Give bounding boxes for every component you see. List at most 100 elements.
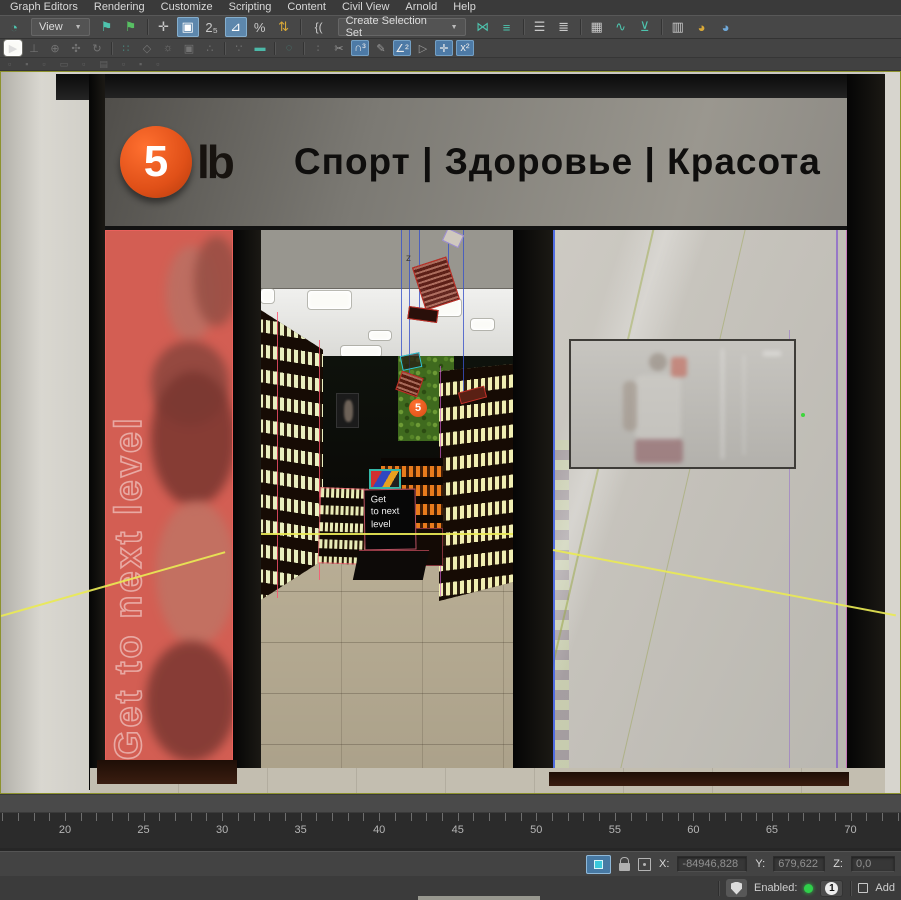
menu-bar: Graph EditorsRenderingCustomizeScripting… [0, 0, 901, 15]
ruler-tick [2, 813, 3, 821]
rendered-frame-window-icon[interactable]: ⊻ [634, 17, 656, 37]
docked-toolbar-icon[interactable]: ▪ [25, 59, 28, 69]
flag-green-icon[interactable]: ⚑ [120, 17, 142, 37]
ruler-tick [332, 813, 333, 821]
snap-light-icon[interactable]: ☼ [159, 40, 177, 56]
spinner-snap-icon[interactable]: ⇅ [273, 17, 295, 37]
ruler-tick [898, 813, 899, 821]
docked-toolbar-icon[interactable]: ▫ [82, 59, 85, 69]
rotate-mode-icon[interactable]: ↻ [88, 40, 106, 56]
axis-z-icon[interactable]: ⊕ [46, 40, 64, 56]
docked-toolbar-icon[interactable]: ▭ [60, 59, 69, 70]
align-icon[interactable]: ≡ [496, 17, 518, 37]
ruler-tick [458, 813, 459, 821]
menu-item[interactable]: Civil View [334, 0, 397, 15]
docked-toolbar-icon[interactable]: ▫ [8, 59, 11, 69]
flag-teal-icon[interactable]: ⚑ [96, 17, 118, 37]
snap-pencil-icon[interactable]: ✎ [372, 40, 390, 56]
menu-item[interactable]: Graph Editors [2, 0, 86, 15]
x-coordinate-field[interactable]: -84946,828 [677, 856, 747, 872]
snap-clip-icon[interactable]: ✂ [330, 40, 348, 56]
ruler-tick [583, 813, 584, 821]
absolute-mode-toggle-icon[interactable] [586, 855, 611, 874]
tv-red-shaker [671, 357, 687, 377]
menu-item[interactable]: Scripting [221, 0, 280, 15]
ruler-tick [379, 813, 380, 821]
tv-gym-highlight [763, 351, 781, 356]
snap-vertex-icon[interactable]: ∴ [201, 40, 219, 56]
axis-xy-icon[interactable]: ✣ [67, 40, 85, 56]
promo-tv [369, 469, 401, 489]
snaps-25d-icon[interactable]: 2₅ [201, 17, 223, 37]
render-production-icon[interactable]: ◕ [691, 17, 713, 37]
selection-lock-icon[interactable] [619, 863, 630, 871]
ruler-tick [442, 813, 443, 821]
snaps-axis-center-icon[interactable]: ✛ [435, 40, 453, 56]
graphite-ribbon-icon[interactable]: ▦ [586, 17, 608, 37]
edit-named-selection-icon[interactable]: {( [306, 17, 332, 37]
clock-icon[interactable]: ◔ [3, 17, 25, 37]
create-selection-set-dropdown[interactable]: Create Selection Set▼ [338, 18, 466, 36]
menu-item[interactable]: Help [445, 0, 484, 15]
snap-bounds-icon[interactable]: ▣ [180, 40, 198, 56]
mirror-icon[interactable]: ⋈ [472, 17, 494, 37]
x-coordinate-label: X: [659, 858, 669, 870]
vertex-dot [801, 413, 805, 417]
snap-circle-icon[interactable]: ◌ [280, 40, 298, 56]
material-editor-icon[interactable]: ▥ [667, 17, 689, 37]
transform-gizmo-icon[interactable] [638, 858, 651, 871]
snap-cone-on-icon[interactable]: ▶ [4, 40, 22, 56]
ruler-tick [65, 813, 66, 821]
ceiling-light [471, 319, 494, 330]
percent-snap-icon[interactable]: % [249, 17, 271, 37]
grid-points-icon[interactable]: ∵ [230, 40, 248, 56]
snap-pivot-icon[interactable]: ∷ [117, 40, 135, 56]
poster-base [97, 760, 237, 784]
view-dropdown[interactable]: View▼ [31, 18, 90, 36]
docked-toolbar-icon[interactable]: ▫ [122, 59, 125, 69]
docked-toolbar-icon[interactable]: ▫ [42, 59, 45, 69]
grid-snap-icon[interactable]: ∶ [309, 40, 327, 56]
snap-xsquared-icon[interactable]: x² [456, 40, 474, 56]
snap-center-icon[interactable]: ◇ [138, 40, 156, 56]
select-object-icon[interactable]: ▣ [177, 17, 199, 37]
ruler-tick [426, 813, 427, 821]
snap-edge-icon[interactable]: ▬ [251, 40, 269, 56]
menu-item[interactable]: Arnold [397, 0, 445, 15]
ruler-tick [819, 813, 820, 821]
z-coordinate-label: Z: [833, 858, 843, 870]
layer-manager-icon[interactable]: ☰ [529, 17, 551, 37]
select-and-move-icon[interactable]: ✛ [153, 17, 175, 37]
scene-explorer-icon[interactable]: ≣ [553, 17, 575, 37]
ruler-label: 70 [844, 824, 856, 836]
add-button[interactable]: Add [875, 882, 895, 894]
timeline-ruler[interactable]: 2025303540455055606570 [0, 813, 901, 849]
shield-icon[interactable] [726, 879, 747, 897]
count-badge[interactable]: 1 [820, 880, 843, 897]
menu-item[interactable]: Rendering [86, 0, 153, 15]
viewport[interactable]: 5 lb Спорт | Здоровье | Красота Get to n… [0, 71, 901, 794]
menu-item[interactable]: Content [279, 0, 334, 15]
axis-y-icon[interactable]: ⊥ [25, 40, 43, 56]
y-coordinate-field[interactable]: 679,622 [773, 856, 825, 872]
docked-toolbar-icon[interactable]: ▤ [99, 59, 108, 70]
docked-toolbar-icon[interactable]: ▫ [156, 59, 159, 69]
menu-item[interactable]: Customize [153, 0, 221, 15]
angle-snap-toggle-icon[interactable]: ∠² [393, 40, 411, 56]
snap-cone-off-icon[interactable]: ▷ [414, 40, 432, 56]
ruler-tick [206, 813, 207, 821]
moss-logo-number: 5 [415, 402, 421, 414]
y-coordinate-label: Y: [755, 858, 765, 870]
ceiling-light [369, 331, 391, 340]
curve-editor-icon[interactable]: ∿ [610, 17, 632, 37]
z-coordinate-field[interactable]: 0,0 [851, 856, 895, 872]
track-bar[interactable] [0, 795, 901, 813]
ruler-tick [725, 813, 726, 821]
promo-cube: Get to next level [363, 489, 416, 551]
docked-toolbar-row: ▫ ▪ ▫ ▭ ▫ ▤ ▫ ▪ ▫ [0, 58, 901, 71]
snaps-toggle-3d-icon[interactable]: ∩³ [351, 40, 369, 56]
angle-snap-icon[interactable]: ⊿ [225, 17, 247, 37]
ruler-tick [411, 813, 412, 821]
docked-toolbar-icon[interactable]: ▪ [139, 59, 142, 69]
render-iterative-icon[interactable]: ◕ [715, 17, 737, 37]
